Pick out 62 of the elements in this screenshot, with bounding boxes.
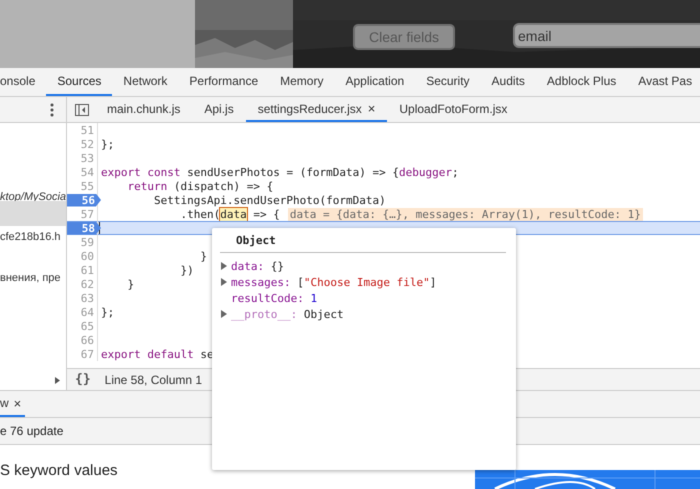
property-entry: messages: ["Choose Image file"] — [231, 276, 436, 288]
panel-tab[interactable]: Performance — [178, 68, 270, 96]
line-number: 55 — [80, 180, 95, 192]
line-number: 60 — [80, 250, 95, 262]
close-icon[interactable]: × — [14, 396, 22, 410]
text-cursor — [99, 222, 100, 234]
file-tab[interactable]: Api.js — [192, 97, 246, 122]
navigator-item[interactable]: cfe218b16.h — [0, 231, 66, 245]
expand-arrow-icon[interactable] — [220, 310, 228, 318]
line-number: 62 — [80, 278, 95, 290]
sidebar-toggle-icon[interactable] — [75, 104, 89, 116]
panel-tab[interactable]: Avast Pas — [627, 68, 700, 96]
code-line: } — [199, 250, 207, 262]
panel-tab[interactable]: Network — [112, 68, 178, 96]
breakpoint-marker[interactable]: 58 — [67, 222, 101, 234]
line-number: 51 — [80, 124, 95, 136]
line-number: 59 — [80, 236, 95, 248]
line-number: 66 — [80, 334, 95, 346]
property-entry: data: {} — [231, 260, 284, 272]
code-line: }) — [179, 264, 194, 276]
line-number: 61 — [80, 264, 95, 276]
file-tab[interactable]: UploadFotoForm.jsx — [387, 97, 520, 122]
line-number: 52 — [80, 138, 95, 150]
expand-arrow-icon[interactable] — [220, 278, 228, 286]
article-heading: S keyword values — [0, 462, 118, 479]
panel-tab[interactable]: Application — [334, 68, 416, 96]
panel-tab[interactable]: Adblock Plus — [536, 68, 628, 96]
line-number: 64 — [80, 306, 95, 318]
expand-arrow-icon[interactable] — [55, 377, 60, 384]
line-number: 67 — [80, 348, 95, 360]
file-tab[interactable]: main.chunk.js — [95, 97, 192, 122]
breakpoint-marker[interactable]: 56 — [67, 194, 101, 206]
popover-title: Object — [236, 234, 276, 247]
more-options-icon[interactable] — [50, 102, 54, 116]
file-tab[interactable]: settingsReducer.jsx × — [246, 97, 388, 122]
code-line: return (dispatch) => { — [126, 180, 274, 192]
panel-tab[interactable]: onsole — [0, 68, 46, 96]
cursor-position: Line 58, Column 1 — [104, 372, 202, 386]
code-line: }; — [100, 306, 114, 318]
code-line: } — [126, 278, 134, 290]
code-line: .then(data => { — [179, 208, 280, 220]
code-line: }; — [100, 138, 114, 150]
code-line: export const sendUserPhotos = (formData) => {debugger; — [100, 166, 459, 178]
inline-value: data = {data: {…}, messages: Array(1), resultCode: 1} — [288, 208, 643, 220]
panel-tab[interactable]: Memory — [269, 68, 334, 96]
navigator-item[interactable]: внения, пре — [0, 272, 66, 286]
close-icon[interactable]: × — [368, 101, 376, 116]
line-number: 65 — [80, 320, 95, 332]
email-field[interactable]: email — [513, 23, 700, 48]
update-title: e 76 update — [0, 424, 64, 438]
line-number: 63 — [80, 292, 95, 304]
expand-arrow-icon[interactable] — [220, 262, 228, 270]
line-number: 53 — [80, 152, 95, 164]
line-number: 57 — [80, 208, 95, 220]
panel-tab[interactable]: Audits — [480, 68, 536, 96]
format-button[interactable]: {} — [75, 372, 91, 387]
line-number: 54 — [80, 166, 95, 178]
property-entry: __proto__: Object — [231, 308, 344, 320]
navigator-item[interactable]: ktop/MySocia — [0, 191, 66, 205]
panel-tab[interactable]: Security — [415, 68, 481, 96]
code-line: SettingsApi.sendUserPhoto(formData) — [152, 194, 386, 206]
property-entry: resultCode: 1 — [231, 292, 318, 304]
